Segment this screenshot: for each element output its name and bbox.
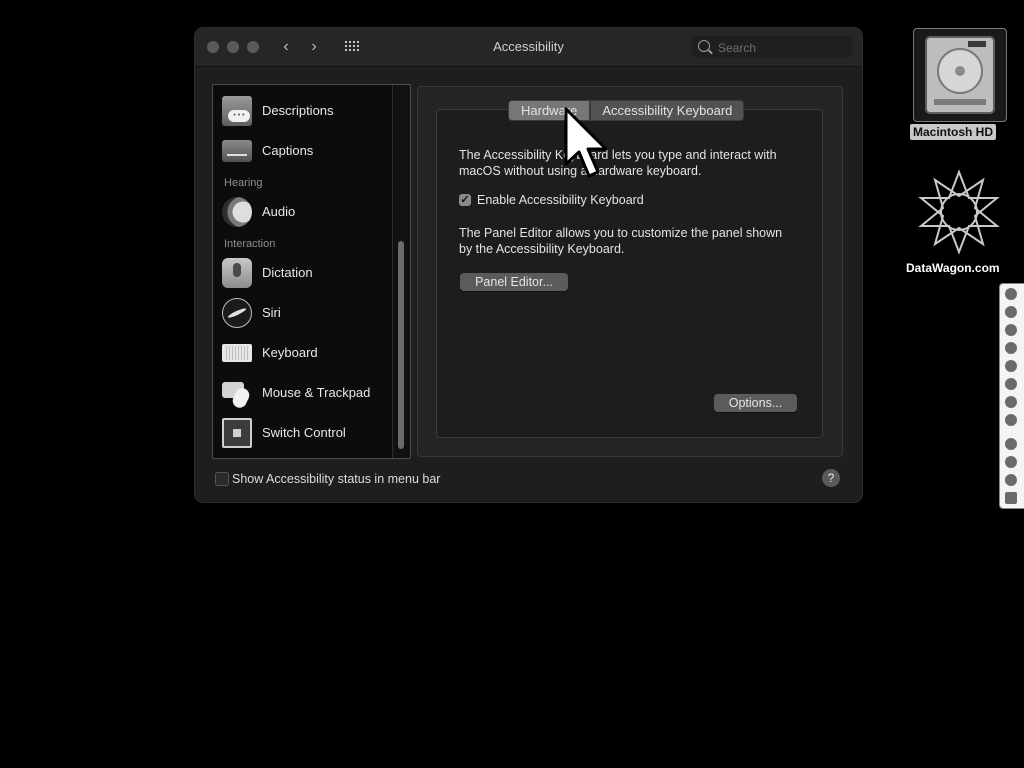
sidebar-item-descriptions[interactable]: Descriptions bbox=[213, 94, 393, 128]
search-field[interactable] bbox=[692, 36, 852, 58]
chrome-dock-icon[interactable] bbox=[1005, 324, 1017, 336]
options-button[interactable]: Options... bbox=[714, 394, 797, 412]
switch-control-icon bbox=[222, 418, 252, 448]
sidebar-item-dictation[interactable]: Dictation bbox=[213, 256, 393, 290]
macintosh-hd-label[interactable]: Macintosh HD bbox=[910, 124, 997, 140]
section-header-hearing: Hearing bbox=[224, 177, 263, 189]
sidebar-item-label: Siri bbox=[262, 305, 281, 320]
notes-dock-icon[interactable] bbox=[1005, 378, 1017, 390]
macintosh-hd-icon[interactable] bbox=[913, 28, 1007, 122]
datawagon-label[interactable]: DataWagon.com bbox=[906, 261, 1000, 275]
tab-bar: Hardware Accessibility Keyboard bbox=[508, 100, 745, 121]
show-status-checkbox[interactable] bbox=[215, 472, 229, 486]
show-status-label[interactable]: Show Accessibility status in menu bar bbox=[232, 472, 440, 486]
descriptions-icon bbox=[222, 96, 252, 126]
sidebar-item-label: Audio bbox=[262, 204, 296, 219]
sidebar-item-captions[interactable]: Captions bbox=[213, 134, 393, 168]
system-preferences-dock-icon[interactable] bbox=[1005, 414, 1017, 426]
app-store-dock-icon[interactable] bbox=[1005, 396, 1017, 408]
sidebar-item-label: Descriptions bbox=[262, 103, 334, 118]
downloads-dock-icon[interactable] bbox=[1005, 456, 1017, 468]
hard-drive-icon bbox=[925, 36, 995, 114]
sidebar-item-label: Dictation bbox=[262, 265, 313, 280]
sidebar-item-siri[interactable]: Siri bbox=[213, 296, 393, 330]
enable-accessibility-keyboard-checkbox[interactable]: ✓ bbox=[459, 194, 471, 206]
datawagon-icon[interactable] bbox=[915, 168, 1003, 256]
sidebar-item-audio[interactable]: Audio bbox=[213, 195, 393, 229]
mouse-trackpad-icon bbox=[222, 378, 252, 408]
sidebar-item-label: Mouse & Trackpad bbox=[262, 385, 371, 400]
sidebar-item-label: Keyboard bbox=[262, 345, 318, 360]
panel-editor-description: The Panel Editor allows you to customize… bbox=[459, 226, 783, 256]
trash-dock-icon[interactable] bbox=[1005, 492, 1017, 504]
category-sidebar[interactable]: Descriptions Captions Hearing Audio Inte… bbox=[212, 84, 411, 459]
accessibility-keyboard-description: The Accessibility Keyboard lets you type… bbox=[459, 148, 777, 178]
dock bbox=[999, 283, 1024, 509]
safari-dock-icon[interactable] bbox=[1005, 342, 1017, 354]
sidebar-item-label: Captions bbox=[262, 143, 314, 158]
sidebar-item-switch-control[interactable]: Switch Control bbox=[213, 416, 393, 450]
help-button[interactable]: ? bbox=[822, 469, 840, 487]
star-emblem-icon bbox=[918, 169, 1000, 255]
sidebar-item-keyboard[interactable]: Keyboard bbox=[213, 336, 393, 370]
panel-editor-button[interactable]: Panel Editor... bbox=[460, 273, 568, 291]
siri-icon bbox=[222, 298, 252, 328]
finder-dock-icon[interactable] bbox=[1005, 288, 1017, 300]
sidebar-item-mouse-trackpad[interactable]: Mouse & Trackpad bbox=[213, 376, 393, 410]
folder-dock-icon[interactable] bbox=[1005, 474, 1017, 486]
enable-accessibility-keyboard-label[interactable]: Enable Accessibility Keyboard bbox=[477, 193, 644, 207]
sidebar-item-label: Switch Control bbox=[262, 425, 346, 440]
audio-icon bbox=[222, 197, 252, 227]
scrollbar-thumb[interactable] bbox=[398, 241, 404, 449]
section-header-interaction: Interaction bbox=[224, 238, 276, 250]
preferences-window: ‹ › Accessibility Descriptions Captions … bbox=[195, 28, 862, 502]
keyboard-icon bbox=[222, 344, 252, 362]
title-bar: ‹ › Accessibility bbox=[195, 28, 862, 67]
launchpad-dock-icon[interactable] bbox=[1005, 306, 1017, 318]
search-input[interactable] bbox=[716, 38, 850, 58]
mouse-pointer-icon bbox=[564, 107, 608, 178]
sidebar-scrollbar[interactable] bbox=[392, 85, 410, 458]
dictation-icon bbox=[222, 258, 252, 288]
captions-icon bbox=[222, 140, 252, 162]
search-icon bbox=[698, 40, 710, 52]
calendar-dock-icon[interactable] bbox=[1005, 360, 1017, 372]
applications-dock-icon[interactable] bbox=[1005, 438, 1017, 450]
